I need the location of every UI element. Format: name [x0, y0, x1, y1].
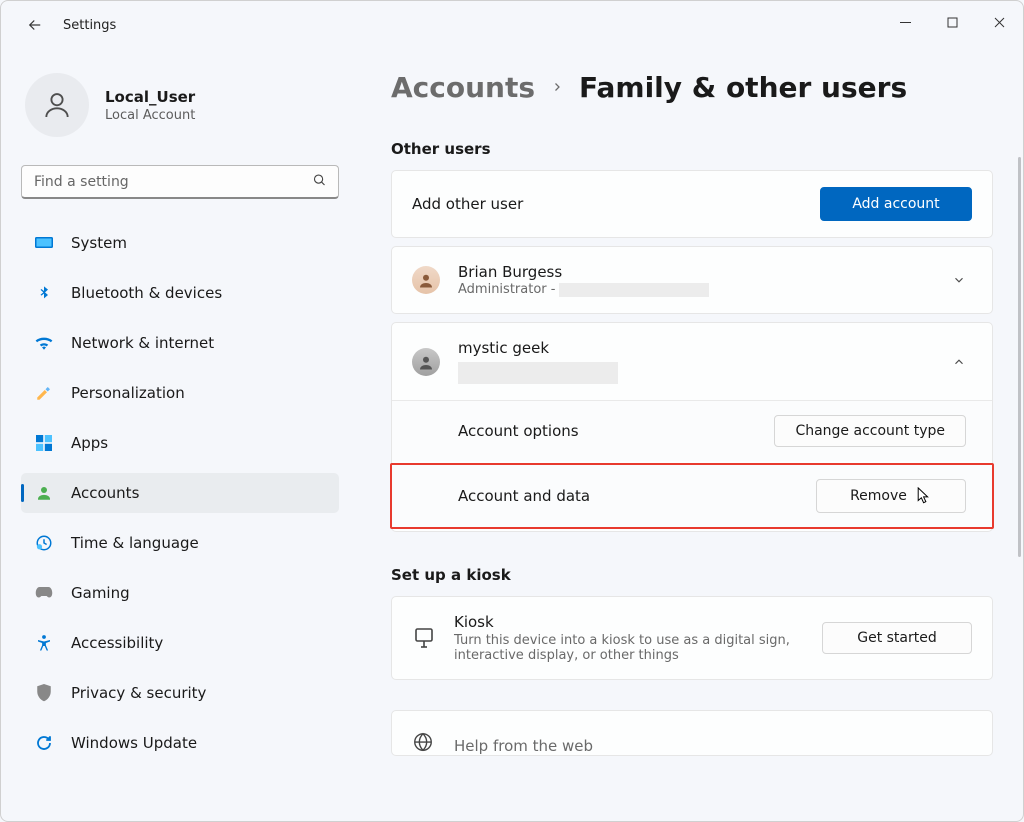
system-icon — [35, 234, 53, 252]
add-other-user-row: Add other user Add account — [392, 171, 992, 237]
apps-icon — [35, 434, 53, 452]
accounts-icon — [35, 484, 53, 502]
user-role: Local Account — [105, 108, 195, 123]
time-icon — [35, 534, 53, 552]
personalization-icon — [35, 384, 53, 402]
cursor-icon — [917, 487, 932, 505]
sidebar-item-apps[interactable]: Apps — [21, 423, 339, 463]
scrollbar[interactable] — [1018, 157, 1021, 557]
sidebar-item-bluetooth[interactable]: Bluetooth & devices — [21, 273, 339, 313]
bluetooth-icon — [35, 284, 53, 302]
sidebar-item-label: Apps — [71, 434, 108, 452]
user-row-brian[interactable]: Brian Burgess Administrator - — [392, 247, 992, 313]
breadcrumb: Accounts Family & other users — [391, 71, 993, 104]
sidebar-item-accessibility[interactable]: Accessibility — [21, 623, 339, 663]
account-and-data-label: Account and data — [458, 487, 590, 505]
help-row[interactable]: Help from the web — [392, 711, 992, 755]
sidebar-item-label: Privacy & security — [71, 684, 206, 702]
change-account-type-button[interactable]: Change account type — [774, 415, 966, 447]
chevron-up-icon[interactable] — [946, 355, 972, 369]
close-button[interactable] — [976, 1, 1023, 43]
account-options-label: Account options — [458, 422, 579, 440]
sidebar-item-time[interactable]: Time & language — [21, 523, 339, 563]
account-options-row: Account options Change account type — [392, 400, 992, 461]
section-other-users-heading: Other users — [391, 140, 993, 158]
chevron-right-icon — [551, 77, 563, 98]
back-button[interactable] — [21, 11, 49, 39]
chevron-down-icon[interactable] — [946, 273, 972, 287]
user-avatar-icon — [412, 348, 440, 376]
kiosk-icon — [412, 626, 436, 650]
sidebar-item-gaming[interactable]: Gaming — [21, 573, 339, 613]
help-title: Help from the web — [454, 737, 972, 755]
breadcrumb-root[interactable]: Accounts — [391, 71, 535, 104]
update-icon — [35, 734, 53, 752]
account-and-data-row: Account and data Remove — [392, 465, 992, 527]
sidebar-item-system[interactable]: System — [21, 223, 339, 263]
sidebar-item-label: Windows Update — [71, 734, 197, 752]
user-role-label: Administrator - — [458, 282, 555, 297]
sidebar-item-privacy[interactable]: Privacy & security — [21, 673, 339, 713]
sidebar-item-accounts[interactable]: Accounts — [21, 473, 339, 513]
accessibility-icon — [35, 634, 53, 652]
search-input[interactable] — [21, 165, 339, 199]
user-avatar-icon — [412, 266, 440, 294]
sidebar-item-personalization[interactable]: Personalization — [21, 373, 339, 413]
maximize-button[interactable] — [929, 1, 976, 43]
local-user-card[interactable]: Local_User Local Account — [21, 69, 339, 141]
user-card-mystic: mystic geek Account options Change accou… — [391, 322, 993, 532]
gaming-icon — [35, 584, 53, 602]
network-icon — [35, 334, 53, 352]
highlighted-remove-section: Account and data Remove — [390, 463, 994, 529]
redacted-text — [458, 362, 618, 384]
add-other-user-label: Add other user — [412, 195, 820, 213]
get-started-button[interactable]: Get started — [822, 622, 972, 654]
user-name: Local_User — [105, 88, 195, 106]
sidebar-item-label: Personalization — [71, 384, 185, 402]
page-title: Family & other users — [579, 71, 907, 104]
avatar — [25, 73, 89, 137]
privacy-icon — [35, 684, 53, 702]
sidebar-item-label: Gaming — [71, 584, 130, 602]
window-title: Settings — [63, 18, 116, 33]
kiosk-title: Kiosk — [454, 613, 822, 631]
user-name-label: Brian Burgess — [458, 263, 946, 281]
globe-icon — [412, 731, 436, 755]
remove-button[interactable]: Remove — [816, 479, 966, 513]
sidebar-item-label: Accessibility — [71, 634, 163, 652]
kiosk-row: Kiosk Turn this device into a kiosk to u… — [392, 597, 992, 679]
section-kiosk-heading: Set up a kiosk — [391, 566, 993, 584]
redacted-text — [559, 283, 709, 297]
sidebar-item-label: Time & language — [71, 534, 199, 552]
sidebar-item-label: System — [71, 234, 127, 252]
sidebar-item-network[interactable]: Network & internet — [21, 323, 339, 363]
sidebar-item-label: Accounts — [71, 484, 139, 502]
add-account-button[interactable]: Add account — [820, 187, 972, 221]
user-name-label: mystic geek — [458, 339, 946, 357]
kiosk-description: Turn this device into a kiosk to use as … — [454, 633, 794, 663]
user-row-mystic[interactable]: mystic geek — [392, 323, 992, 400]
search-icon — [312, 173, 327, 192]
minimize-button[interactable] — [882, 1, 929, 43]
sidebar-item-update[interactable]: Windows Update — [21, 723, 339, 763]
sidebar-item-label: Bluetooth & devices — [71, 284, 222, 302]
sidebar-item-label: Network & internet — [71, 334, 214, 352]
